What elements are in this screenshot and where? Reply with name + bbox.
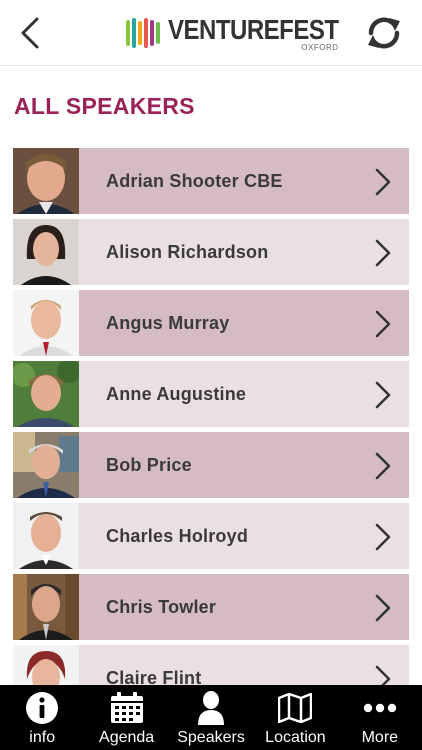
- speaker-row[interactable]: Angus Murray: [13, 290, 409, 356]
- speaker-photo: [13, 219, 79, 285]
- calendar-icon: [110, 692, 143, 723]
- speaker-name: Bob Price: [106, 454, 192, 475]
- speaker-name: Angus Murray: [106, 312, 230, 333]
- refresh-button[interactable]: [362, 12, 406, 54]
- chevron-right-icon: [375, 310, 391, 338]
- speaker-name: Charles Holroyd: [106, 525, 249, 546]
- refresh-icon: [368, 17, 400, 49]
- chevron-right-icon: [375, 452, 391, 480]
- back-button[interactable]: [12, 14, 48, 52]
- tab-more[interactable]: More: [338, 685, 422, 750]
- speaker-photo: [13, 574, 79, 640]
- tab-label: Agenda: [99, 729, 155, 746]
- chevron-right-icon: [375, 594, 391, 622]
- person-icon: [198, 691, 225, 725]
- speaker-name: Alison Richardson: [106, 241, 269, 262]
- app-screen: VENTUREFEST OXFORD ALL SPEAKERS Adrian S…: [0, 0, 422, 750]
- speaker-row[interactable]: Alison Richardson: [13, 219, 409, 285]
- speaker-list: Adrian Shooter CBE Alison Richardson Ang…: [13, 148, 409, 716]
- tab-label: Location: [265, 729, 326, 746]
- tab-label: More: [361, 729, 399, 746]
- info-icon: [26, 692, 59, 724]
- venturefest-logo: VENTUREFEST OXFORD: [126, 14, 339, 52]
- speaker-name: Anne Augustine: [106, 383, 247, 404]
- speaker-row[interactable]: Anne Augustine: [13, 361, 409, 427]
- speaker-photo: [13, 290, 79, 356]
- chevron-right-icon: [375, 523, 391, 551]
- speaker-row[interactable]: Adrian Shooter CBE: [13, 148, 409, 214]
- logo-wordmark: VENTUREFEST: [168, 14, 339, 46]
- map-icon: [278, 693, 313, 723]
- tab-bar: info Agenda Speakers Location More: [0, 685, 422, 750]
- chevron-left-icon: [21, 17, 39, 49]
- speaker-photo: [13, 432, 79, 498]
- tab-label: info: [29, 729, 56, 746]
- tab-speakers[interactable]: Speakers: [169, 685, 253, 750]
- speaker-photo: [13, 361, 79, 427]
- chevron-right-icon: [375, 168, 391, 196]
- speaker-row[interactable]: Bob Price: [13, 432, 409, 498]
- chevron-right-icon: [375, 381, 391, 409]
- speaker-name: Chris Towler: [106, 596, 217, 617]
- speaker-photo: [13, 503, 79, 569]
- speaker-row[interactable]: Chris Towler: [13, 574, 409, 640]
- tab-location[interactable]: Location: [253, 685, 337, 750]
- speaker-photo: [13, 148, 79, 214]
- speaker-row[interactable]: Charles Holroyd: [13, 503, 409, 569]
- page-title: ALL SPEAKERS: [14, 93, 195, 119]
- tab-agenda[interactable]: Agenda: [84, 685, 168, 750]
- header-bar: VENTUREFEST OXFORD: [0, 0, 422, 66]
- logo-bars-icon: [126, 18, 162, 48]
- more-icon: [363, 703, 397, 713]
- speaker-name: Adrian Shooter CBE: [106, 170, 283, 191]
- chevron-right-icon: [375, 239, 391, 267]
- tab-label: Speakers: [177, 729, 245, 746]
- tab-info[interactable]: info: [0, 685, 84, 750]
